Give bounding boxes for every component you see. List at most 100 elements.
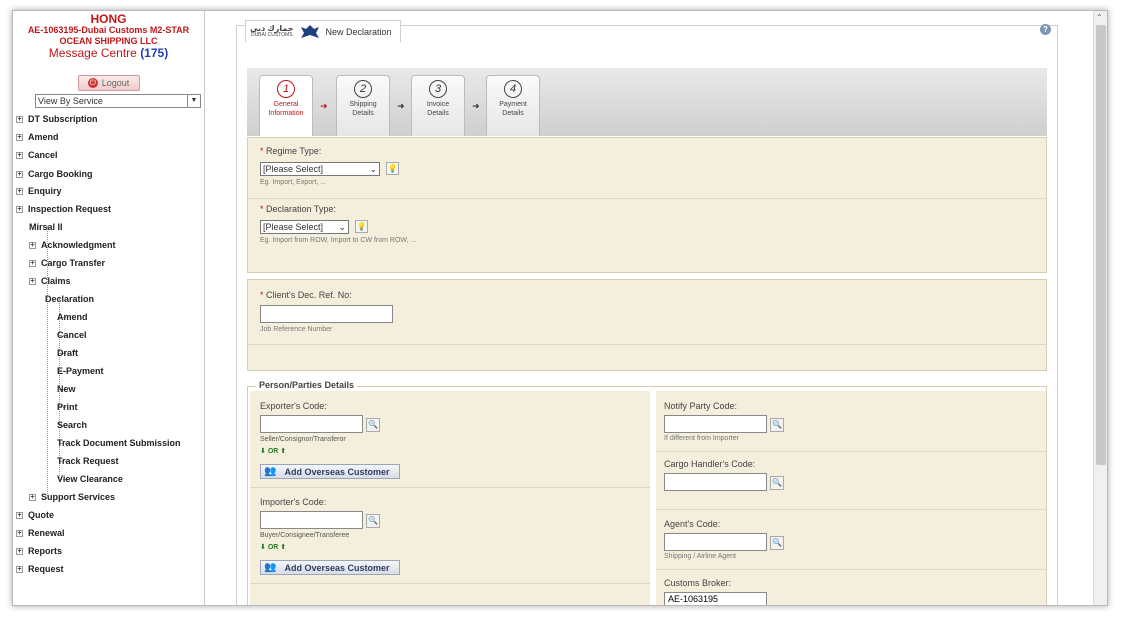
sidebar-item-acknowledgment[interactable]: + Acknowledgment (29, 240, 116, 250)
divider (248, 198, 1046, 199)
declaration-type-select[interactable]: [Please Select] ⌄ (260, 220, 349, 234)
customs-broker-label: Customs Broker: (664, 578, 732, 588)
client-ref-label: * Client's Dec. Ref. No: (260, 290, 352, 300)
sidebar: HONG AE-1063195-Dubai Customs M2-STAR OC… (13, 11, 205, 605)
sidebar-item-declaration-amend[interactable]: Amend (57, 312, 88, 322)
scroll-thumb[interactable] (1096, 25, 1106, 465)
sidebar-item-print[interactable]: Print (57, 402, 78, 412)
logout-label: Logout (101, 78, 130, 88)
add-overseas-customer-button[interactable]: 👥 Add Overseas Customer (260, 560, 400, 575)
message-count: (175) (140, 46, 169, 60)
or-separator: ⬇ OR ⬆ (260, 448, 287, 455)
expand-icon: + (29, 260, 36, 267)
expand-icon: + (16, 134, 23, 141)
importer-label: Importer's Code: (260, 497, 327, 507)
step-payment-details[interactable]: 4 Payment Details (486, 75, 540, 136)
vertical-scrollbar[interactable]: ⌃ (1093, 11, 1107, 605)
notify-party-label: Notify Party Code: (664, 401, 738, 411)
expand-icon: + (16, 530, 23, 537)
help-icon[interactable]: ? (1040, 24, 1051, 35)
or-separator: ⬇ OR ⬆ (260, 544, 287, 551)
sidebar-item-enquiry[interactable]: + Enquiry (16, 186, 62, 196)
lookup-icon[interactable]: 🔍 (770, 476, 784, 490)
add-user-icon: 👥 (264, 562, 277, 573)
expand-icon: + (16, 548, 23, 555)
chevron-down-icon: ⌄ (338, 221, 346, 232)
dubai-customs-logo: جمارك دبي DUBAI CUSTOMS (250, 23, 294, 38)
scroll-up-icon[interactable]: ⌃ (1096, 13, 1103, 22)
message-centre-label: Message Centre (48, 46, 137, 60)
sidebar-item-quote[interactable]: + Quote (16, 510, 54, 520)
sidebar-item-amend[interactable]: + Amend (16, 132, 59, 142)
step-invoice-details[interactable]: 3 Invoice Details (411, 75, 465, 136)
expand-icon: + (16, 566, 23, 573)
sidebar-item-support-services[interactable]: + Support Services (29, 492, 115, 502)
sidebar-item-claims[interactable]: + Claims (29, 276, 71, 286)
sidebar-item-request[interactable]: + Request (16, 564, 64, 574)
arrow-right-icon: ➜ (472, 101, 480, 111)
sidebar-item-view-clearance[interactable]: View Clearance (57, 474, 123, 484)
lookup-icon[interactable]: 🔍 (366, 418, 380, 432)
sidebar-item-renewal[interactable]: + Renewal (16, 528, 65, 538)
client-ref-panel: * Client's Dec. Ref. No: Job Reference N… (247, 279, 1047, 371)
importer-hint: Buyer/Consignee/Transferee (260, 532, 350, 539)
sidebar-item-track-request[interactable]: Track Request (57, 456, 119, 466)
client-ref-input[interactable] (260, 305, 393, 323)
sidebar-item-draft[interactable]: Draft (57, 348, 78, 358)
sidebar-item-cancel[interactable]: + Cancel (16, 150, 58, 160)
sidebar-item-track-document-submission[interactable]: Track Document Submission (57, 438, 181, 448)
arrow-right-icon: ➜ (320, 101, 328, 111)
declaration-container: جمارك دبي DUBAI CUSTOMS New Declaration … (236, 20, 1058, 605)
power-icon: ⏻ (87, 78, 98, 88)
add-overseas-customer-button[interactable]: 👥 Add Overseas Customer (260, 464, 400, 479)
customs-crest-icon (300, 24, 319, 38)
declaration-type-label: * Declaration Type: (260, 204, 336, 214)
importer-code-input[interactable] (260, 511, 363, 529)
message-centre-link[interactable]: Message Centre (175) (13, 46, 204, 60)
agent-code-hint: Shipping / Airline Agent (664, 553, 736, 560)
sidebar-item-dt-subscription[interactable]: + DT Subscription (16, 114, 98, 124)
exporter-hint: Seller/Consignor/Transferor (260, 436, 346, 443)
user-info: HONG AE-1063195-Dubai Customs M2-STAR OC… (13, 11, 204, 59)
notify-party-hint: If different from Importer (664, 435, 739, 442)
view-by-select[interactable]: View By Service ▼ (35, 94, 201, 108)
logout-button[interactable]: ⏻ Logout (77, 75, 140, 91)
agent-code-input[interactable] (664, 533, 767, 551)
sidebar-item-cargo-transfer[interactable]: + Cargo Transfer (29, 258, 105, 268)
lookup-icon[interactable]: 🔍 (366, 514, 380, 528)
chevron-down-icon: ⌄ (369, 163, 377, 174)
notify-party-input[interactable] (664, 415, 767, 433)
sidebar-item-reports[interactable]: + Reports (16, 546, 62, 556)
wizard-steps: 1 General Information ➜ 2 Shipping Detai… (247, 68, 1047, 136)
divider (656, 509, 1046, 510)
expand-icon: + (16, 188, 23, 195)
lookup-icon[interactable]: 🔍 (770, 536, 784, 550)
arrow-right-icon: ➜ (397, 101, 405, 111)
regime-type-select[interactable]: [Please Select] ⌄ (260, 162, 380, 176)
sidebar-item-cargo-booking[interactable]: + Cargo Booking (16, 169, 93, 179)
declaration-type-hint: Eg. Import from ROW, Import to CW from R… (260, 237, 417, 244)
sidebar-item-declaration[interactable]: Declaration (45, 294, 94, 304)
sidebar-item-mirsal-ii[interactable]: Mirsal II (29, 222, 63, 232)
add-user-icon: 👥 (264, 466, 277, 477)
cargo-handler-input[interactable] (664, 473, 767, 491)
sidebar-item-declaration-cancel[interactable]: Cancel (57, 330, 87, 340)
sidebar-item-e-payment[interactable]: E-Payment (57, 366, 104, 376)
type-panel: * Regime Type: [Please Select] ⌄ 💡 Eg. Im… (247, 137, 1047, 273)
view-by-value: View By Service (38, 96, 103, 106)
parties-left-column: Exporter's Code: 🔍 Seller/Consignor/Tran… (250, 391, 650, 605)
sidebar-item-inspection-request[interactable]: + Inspection Request (16, 204, 111, 214)
lightbulb-icon[interactable]: 💡 (386, 162, 399, 175)
step-general-information[interactable]: 1 General Information (259, 75, 313, 136)
sidebar-item-search[interactable]: Search (57, 420, 87, 430)
sidebar-item-new[interactable]: New (57, 384, 76, 394)
expand-icon: + (16, 512, 23, 519)
lookup-icon[interactable]: 🔍 (770, 418, 784, 432)
step-shipping-details[interactable]: 2 Shipping Details (336, 75, 390, 136)
app-window: HONG AE-1063195-Dubai Customs M2-STAR OC… (12, 10, 1108, 606)
client-ref-hint: Job Reference Number (260, 326, 333, 333)
customs-broker-input[interactable] (664, 592, 767, 605)
lightbulb-icon[interactable]: 💡 (355, 220, 368, 233)
exporter-code-input[interactable] (260, 415, 363, 433)
divider (250, 583, 650, 584)
